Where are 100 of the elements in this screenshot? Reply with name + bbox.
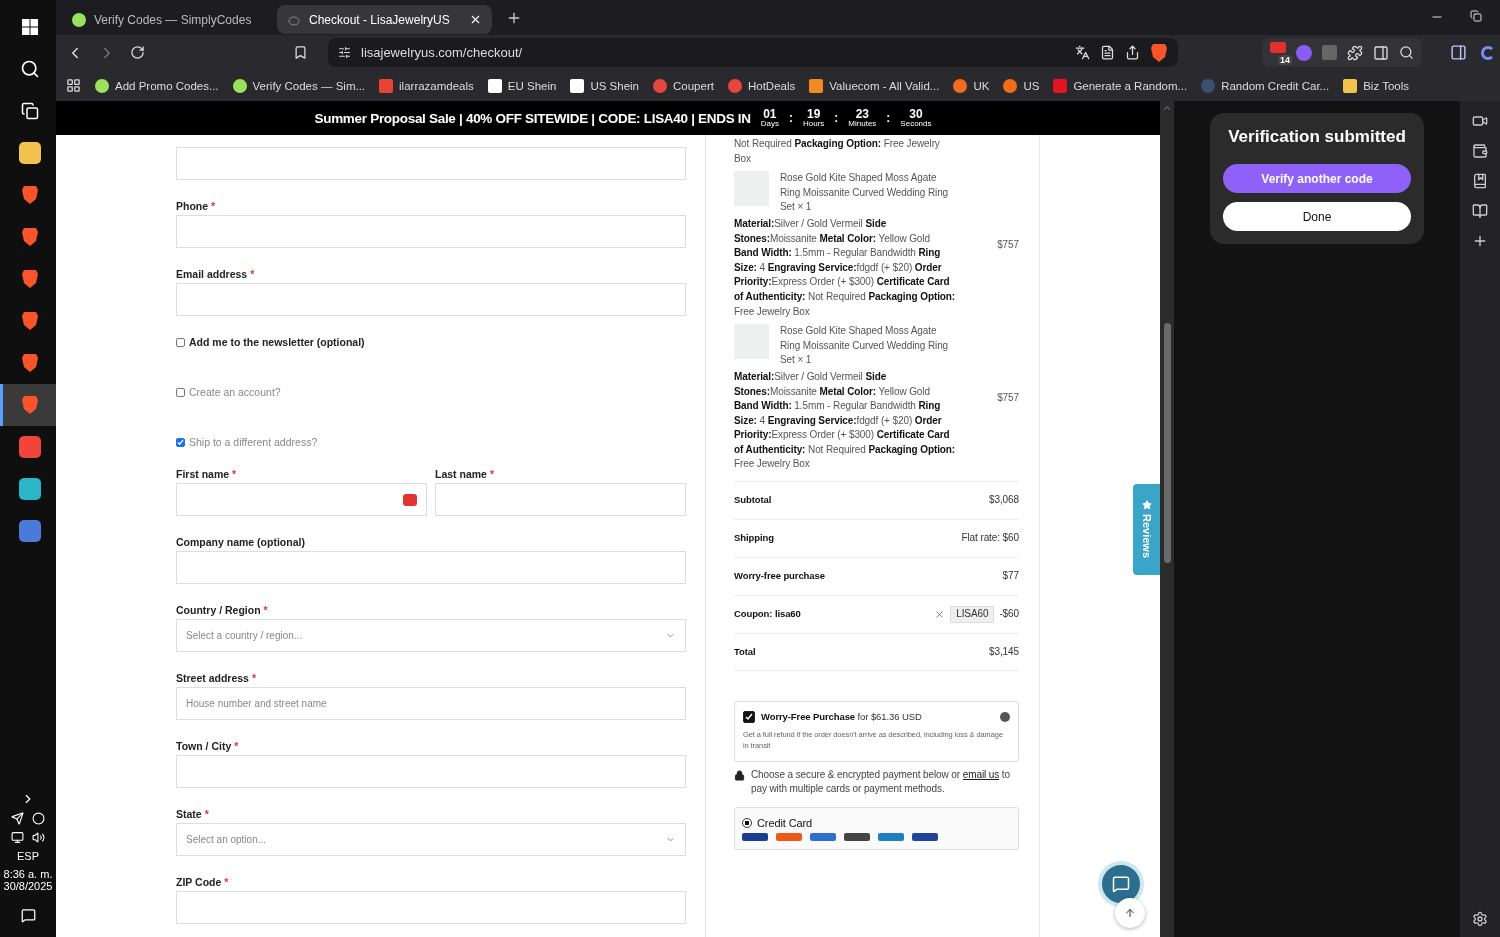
send-icon[interactable] <box>11 812 24 825</box>
bookmark-item[interactable]: Verify Codes — Sim... <box>232 78 366 93</box>
app-icon[interactable] <box>20 227 39 247</box>
bookmark-item[interactable]: Valuecom - All Valid... <box>809 78 940 93</box>
select-field[interactable]: Select a country / region... <box>176 619 686 652</box>
site-settings-icon[interactable] <box>338 46 351 59</box>
input-field[interactable] <box>176 483 427 516</box>
bookmark-item[interactable]: EU Shein <box>487 78 557 93</box>
checkbox[interactable] <box>176 437 185 447</box>
countdown-separator: : <box>789 111 793 125</box>
input-field[interactable] <box>176 891 686 924</box>
notifications-icon[interactable] <box>20 908 36 923</box>
checkbox[interactable] <box>176 387 185 397</box>
input-field[interactable] <box>176 551 686 584</box>
windows-logo-icon[interactable] <box>21 19 38 35</box>
verify-button[interactable]: Verify another code <box>1223 164 1411 193</box>
app-icon[interactable] <box>20 185 39 205</box>
address-bar[interactable]: lisajewelryus.com/checkout/ <box>328 38 1178 67</box>
input-field[interactable] <box>435 483 686 516</box>
app-icon[interactable] <box>20 311 39 331</box>
network-icon[interactable] <box>11 831 24 844</box>
search-icon[interactable] <box>1399 45 1414 60</box>
volume-icon[interactable] <box>32 831 45 844</box>
done-button[interactable]: Done <box>1223 202 1411 231</box>
bookmark-favicon <box>653 78 667 93</box>
summary-label: Coupon: lisa60 <box>734 607 801 622</box>
product-name: Rose Gold Kite Shaped Moss Agate Ring Moissanite Curved Wedding Ring Set × 1 <box>780 324 950 368</box>
apps-icon[interactable] <box>66 78 81 93</box>
field-label: First name * <box>176 468 238 482</box>
select-field[interactable]: Select an option... <box>176 823 686 856</box>
browser-tab[interactable]: Verify Codes — SimplyCodes <box>62 5 277 34</box>
add-icon[interactable] <box>1472 233 1488 249</box>
browser-tab[interactable]: Checkout - LisaJewelryUS <box>277 5 492 34</box>
bookmark-icon[interactable] <box>293 45 308 60</box>
clock-date[interactable]: 30/8/2025 <box>3 880 53 892</box>
scrollbar[interactable] <box>1160 101 1174 937</box>
input-field[interactable] <box>176 147 686 180</box>
field-label: Town / City * <box>176 740 240 754</box>
ring-icon <box>287 13 301 26</box>
field-label: ZIP Code * <box>176 876 230 890</box>
scrollbar-thumb[interactable] <box>1163 323 1171 563</box>
bookmark-item[interactable]: US Shein <box>570 78 639 93</box>
input-field[interactable] <box>176 283 686 316</box>
bookmark-item[interactable]: Generate a Random... <box>1053 78 1188 93</box>
remove-icon[interactable] <box>934 609 946 621</box>
checkbox[interactable] <box>743 711 755 724</box>
bookmark-item[interactable]: HotDeals <box>727 78 796 93</box>
close-icon[interactable] <box>469 13 482 26</box>
payment-note: Choose a secure & encrypted payment below or email us to pay with multiple cards or payment methods. <box>751 767 1011 797</box>
extensions-icon[interactable] <box>1347 44 1363 61</box>
checkbox[interactable] <box>176 337 185 347</box>
countdown-unit: Minutes <box>848 120 877 128</box>
app-icon[interactable] <box>20 269 39 289</box>
bookmark-item[interactable]: Biz Tools <box>1343 78 1409 93</box>
bookmark-item[interactable]: US <box>1003 78 1040 93</box>
reading-list-icon[interactable] <box>1472 203 1488 219</box>
payment-method-label: Credit Card <box>757 815 813 831</box>
bookmark-item[interactable]: Random Credit Car... <box>1201 78 1330 93</box>
card-logo-icon <box>776 833 802 842</box>
bookmarks-icon[interactable] <box>1472 173 1488 189</box>
restore-icon[interactable] <box>1470 10 1482 22</box>
item-price: $757 <box>997 237 1019 252</box>
star-icon <box>1141 500 1152 511</box>
field-label: Email address * <box>176 268 256 282</box>
input-field[interactable] <box>176 755 686 788</box>
email-link[interactable]: email us <box>962 768 1000 780</box>
search-icon[interactable] <box>19 59 40 79</box>
sidebar-toggle-icon[interactable] <box>1450 44 1467 61</box>
video-icon[interactable] <box>1472 113 1488 129</box>
settings-icon[interactable] <box>1472 911 1488 927</box>
circle-icon[interactable] <box>32 812 45 825</box>
clock-time[interactable]: 8:36 a. m. <box>3 868 53 880</box>
task-view-icon[interactable] <box>20 102 39 120</box>
sidebar-icon[interactable] <box>1373 44 1389 61</box>
radio-button[interactable] <box>742 818 752 829</box>
chat-button[interactable] <box>1098 861 1144 907</box>
app-icon[interactable] <box>18 436 41 458</box>
reader-icon[interactable] <box>1100 45 1115 60</box>
chat-icon <box>1112 875 1130 893</box>
input-field[interactable] <box>176 215 686 248</box>
lion-shield-icon[interactable] <box>1150 42 1168 63</box>
bookmark-item[interactable]: ilarrazamdeals <box>379 78 474 93</box>
input-field[interactable]: House number and street name <box>176 687 686 720</box>
share-icon[interactable] <box>1125 45 1140 60</box>
wallet-icon[interactable] <box>1472 143 1488 159</box>
reload-icon[interactable] <box>130 45 145 60</box>
bookmark-item[interactable]: Coupert <box>653 78 714 93</box>
app-icon[interactable] <box>18 478 41 500</box>
app-icon[interactable] <box>20 353 39 373</box>
bookmark-item[interactable]: UK <box>953 78 990 93</box>
app-icon[interactable] <box>18 520 41 542</box>
bookmark-item[interactable]: Add Promo Codes... <box>95 78 219 93</box>
language-indicator[interactable]: ESP <box>17 850 39 862</box>
translate-icon[interactable] <box>1075 45 1090 60</box>
countdown-unit: Days <box>760 120 779 128</box>
summary-label: Worry-free purchase <box>734 569 825 584</box>
scroll-top-button[interactable] <box>1115 898 1145 928</box>
app-icon[interactable] <box>18 142 41 164</box>
bookmark-favicon <box>1003 78 1018 93</box>
crescent-icon[interactable] <box>1481 45 1495 60</box>
